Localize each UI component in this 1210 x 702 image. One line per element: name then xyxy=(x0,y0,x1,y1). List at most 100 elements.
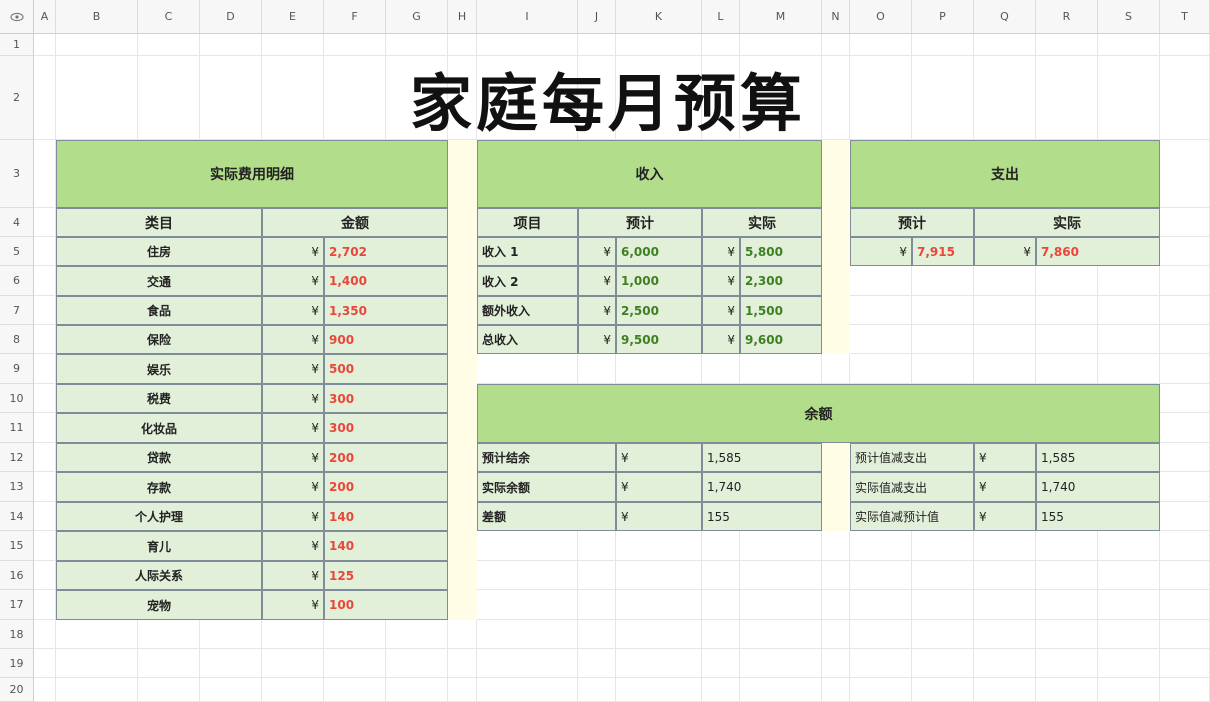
spacer-column-h[interactable] xyxy=(448,140,477,620)
currency-symbol-cell[interactable]: ¥ xyxy=(262,531,324,561)
currency-symbol-cell[interactable]: ¥ xyxy=(262,237,324,266)
row-header[interactable]: 19 xyxy=(0,649,34,678)
balance-value-cell[interactable]: 1,585 xyxy=(1036,443,1160,472)
expense-category-cell[interactable]: 保险 xyxy=(56,325,262,354)
column-header[interactable]: C xyxy=(138,0,200,34)
income-actual-cell[interactable]: 1,500 xyxy=(740,296,822,325)
expense-category-cell[interactable]: 育儿 xyxy=(56,531,262,561)
expense-amount-cell[interactable]: 125 xyxy=(324,561,448,590)
column-header[interactable]: H xyxy=(448,0,477,34)
income-planned-cell[interactable]: 1,000 xyxy=(616,266,702,296)
row-header[interactable]: 17 xyxy=(0,590,34,620)
row-header[interactable]: 18 xyxy=(0,620,34,649)
column-header[interactable]: A xyxy=(34,0,56,34)
expense-planned-column-header[interactable]: 预计 xyxy=(850,208,974,237)
column-header[interactable]: T xyxy=(1160,0,1210,34)
row-header[interactable]: 10 xyxy=(0,384,34,413)
income-actual-cell[interactable]: 5,800 xyxy=(740,237,822,266)
income-planned-column-header[interactable]: 预计 xyxy=(578,208,702,237)
column-header[interactable]: J xyxy=(578,0,616,34)
expense-amount-cell[interactable]: 200 xyxy=(324,443,448,472)
currency-symbol-cell[interactable]: ¥ xyxy=(702,296,740,325)
column-header[interactable]: S xyxy=(1098,0,1160,34)
column-header[interactable]: Q xyxy=(974,0,1036,34)
expense-category-cell[interactable]: 个人护理 xyxy=(56,502,262,531)
currency-symbol-cell[interactable]: ¥ xyxy=(262,384,324,413)
row-header[interactable]: 13 xyxy=(0,472,34,502)
row-header[interactable]: 12 xyxy=(0,443,34,472)
balance-header[interactable]: 余额 xyxy=(477,384,1160,443)
income-item-cell[interactable]: 收入 2 xyxy=(477,266,578,296)
column-header[interactable]: D xyxy=(200,0,262,34)
expense-amount-cell[interactable]: 500 xyxy=(324,354,448,384)
expense-category-cell[interactable]: 住房 xyxy=(56,237,262,266)
row-header[interactable]: 14 xyxy=(0,502,34,531)
currency-symbol-cell[interactable]: ¥ xyxy=(974,502,1036,531)
column-header[interactable]: M xyxy=(740,0,822,34)
column-header[interactable]: R xyxy=(1036,0,1098,34)
column-header[interactable]: E xyxy=(262,0,324,34)
balance-value-cell[interactable]: 1,740 xyxy=(702,472,822,502)
expense-actual-value[interactable]: 7,860 xyxy=(1036,237,1160,266)
currency-symbol-cell[interactable]: ¥ xyxy=(262,590,324,620)
income-item-column-header[interactable]: 项目 xyxy=(477,208,578,237)
expense-planned-value[interactable]: 7,915 xyxy=(912,237,974,266)
currency-symbol-cell[interactable]: ¥ xyxy=(262,502,324,531)
expense-amount-cell[interactable]: 200 xyxy=(324,472,448,502)
row-header[interactable]: 8 xyxy=(0,325,34,354)
amount-column-header[interactable]: 金额 xyxy=(262,208,448,237)
expense-category-cell[interactable]: 化妆品 xyxy=(56,413,262,443)
expense-actual-column-header[interactable]: 实际 xyxy=(974,208,1160,237)
balance-value-cell[interactable]: 155 xyxy=(1036,502,1160,531)
currency-symbol-cell[interactable]: ¥ xyxy=(262,443,324,472)
currency-symbol-cell[interactable]: ¥ xyxy=(578,325,616,354)
currency-symbol-cell[interactable]: ¥ xyxy=(578,266,616,296)
balance-label-cell[interactable]: 实际值减预计值 xyxy=(850,502,974,531)
currency-symbol-cell[interactable]: ¥ xyxy=(262,266,324,296)
column-header[interactable]: G xyxy=(386,0,448,34)
income-item-cell[interactable]: 额外收入 xyxy=(477,296,578,325)
balance-value-cell[interactable]: 1,740 xyxy=(1036,472,1160,502)
income-item-cell[interactable]: 收入 1 xyxy=(477,237,578,266)
currency-symbol-cell[interactable]: ¥ xyxy=(262,354,324,384)
income-actual-column-header[interactable]: 实际 xyxy=(702,208,822,237)
expense-category-cell[interactable]: 人际关系 xyxy=(56,561,262,590)
expense-category-cell[interactable]: 娱乐 xyxy=(56,354,262,384)
row-header[interactable]: 7 xyxy=(0,296,34,325)
column-header[interactable]: L xyxy=(702,0,740,34)
currency-symbol-cell[interactable]: ¥ xyxy=(262,296,324,325)
currency-symbol-cell[interactable]: ¥ xyxy=(974,237,1036,266)
column-header[interactable]: I xyxy=(477,0,578,34)
currency-symbol-cell[interactable]: ¥ xyxy=(262,472,324,502)
currency-symbol-cell[interactable]: ¥ xyxy=(616,502,702,531)
expense-category-cell[interactable]: 税费 xyxy=(56,384,262,413)
currency-symbol-cell[interactable]: ¥ xyxy=(262,413,324,443)
row-header[interactable]: 3 xyxy=(0,140,34,208)
expense-amount-cell[interactable]: 900 xyxy=(324,325,448,354)
budget-title[interactable]: 家庭每月预算 xyxy=(56,56,1160,140)
currency-symbol-cell[interactable]: ¥ xyxy=(262,325,324,354)
row-header[interactable]: 4 xyxy=(0,208,34,237)
row-header[interactable]: 15 xyxy=(0,531,34,561)
expense-amount-cell[interactable]: 100 xyxy=(324,590,448,620)
currency-symbol-cell[interactable]: ¥ xyxy=(702,237,740,266)
expense-category-cell[interactable]: 交通 xyxy=(56,266,262,296)
column-header[interactable]: K xyxy=(616,0,702,34)
select-all-corner[interactable] xyxy=(0,0,34,34)
currency-symbol-cell[interactable]: ¥ xyxy=(974,443,1036,472)
currency-symbol-cell[interactable]: ¥ xyxy=(702,325,740,354)
income-planned-cell[interactable]: 9,500 xyxy=(616,325,702,354)
income-planned-cell[interactable]: 2,500 xyxy=(616,296,702,325)
expense-amount-cell[interactable]: 2,702 xyxy=(324,237,448,266)
currency-symbol-cell[interactable]: ¥ xyxy=(578,296,616,325)
income-planned-cell[interactable]: 6,000 xyxy=(616,237,702,266)
income-header[interactable]: 收入 xyxy=(477,140,822,208)
expense-detail-header[interactable]: 实际费用明细 xyxy=(56,140,448,208)
row-header[interactable]: 6 xyxy=(0,266,34,296)
column-header[interactable]: O xyxy=(850,0,912,34)
row-header[interactable]: 5 xyxy=(0,237,34,266)
currency-symbol-cell[interactable]: ¥ xyxy=(702,266,740,296)
expense-amount-cell[interactable]: 300 xyxy=(324,384,448,413)
row-header[interactable]: 2 xyxy=(0,56,34,140)
income-actual-cell[interactable]: 2,300 xyxy=(740,266,822,296)
